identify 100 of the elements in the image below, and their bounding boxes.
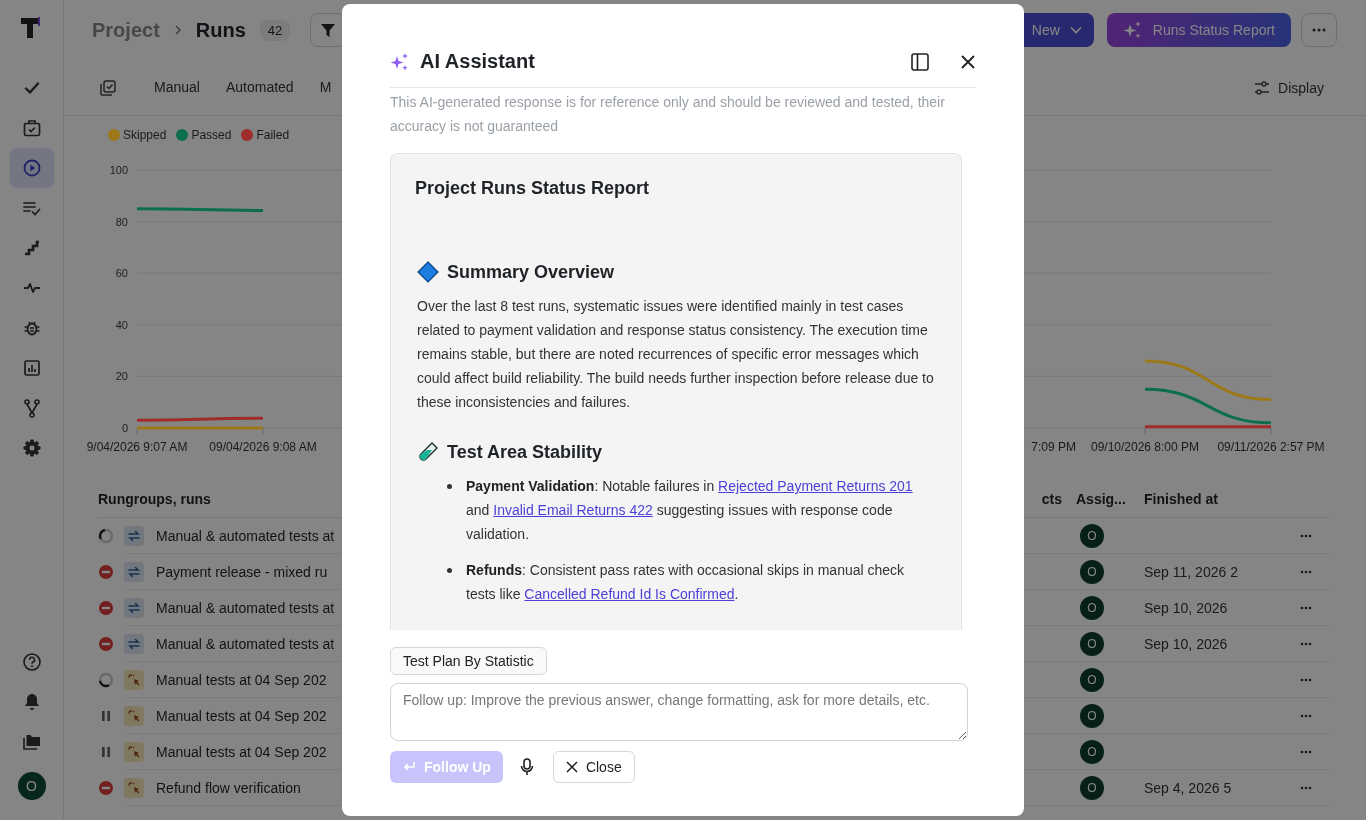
axis-label: 100 [109, 164, 128, 176]
axis-label: 09/10/2026 8:00 PM [1090, 440, 1200, 454]
blocked-icon [98, 599, 114, 616]
chevron-right-icon [173, 25, 182, 35]
axis-label: 9/04/2026 9:07 AM [86, 440, 188, 454]
test-link[interactable]: Rejected Payment Returns 201 [718, 478, 913, 494]
summary-paragraph: Over the last 8 test runs, systematic issues were identified mainly in test cases related to payment validation and response status consistency. The execution time remains stable, but there are noted recurrences of specific error messages which could affect build reliability. The build needs further inspection before release due to these inconsistencies and failures. [417, 297, 935, 412]
column-header: Assig... [1076, 490, 1127, 507]
close-button[interactable] [960, 53, 976, 70]
finished-date: Sep 11, 2026 2 [1144, 563, 1238, 580]
panel-toggle-button[interactable] [910, 51, 930, 72]
briefcase-icon [21, 118, 42, 138]
run-name[interactable]: Payment release - mixed ru [156, 563, 328, 580]
finished-date: Sep 4, 2026 5 [1144, 779, 1232, 796]
run-name[interactable]: Manual & automated tests at [156, 527, 335, 544]
sliders-icon [1254, 79, 1271, 96]
branch-icon [21, 398, 42, 418]
filter-tab[interactable]: M [307, 72, 344, 103]
bar-chart-icon [21, 358, 42, 378]
axis-label: 20 [115, 370, 128, 383]
column-header: Finished at [1144, 490, 1219, 507]
suggestion-chip[interactable]: Test Plan By Statistic [390, 647, 547, 675]
finished-date: Sep 10, 2026 [1144, 599, 1228, 616]
assignee-avatar: O [1080, 739, 1104, 764]
run-name[interactable]: Manual & automated tests at [156, 599, 335, 616]
dialog-title: AI Assistant [420, 50, 535, 73]
run-name[interactable]: Refund flow verification [156, 779, 301, 796]
sparkle-icon [390, 51, 410, 72]
cursor-click-icon [124, 741, 144, 762]
sparkle-icon [1122, 20, 1143, 40]
progress-ring-icon [98, 671, 114, 688]
display-button[interactable]: Display [1248, 78, 1330, 97]
more-icon [1300, 533, 1312, 538]
cursor-click-icon [124, 669, 144, 690]
sync-icon [124, 561, 144, 582]
help-icon [21, 652, 42, 672]
axis-label: 80 [115, 215, 128, 228]
section-heading: Test Area Stability [447, 441, 603, 464]
blocked-icon [98, 563, 114, 580]
diamond-icon [417, 261, 439, 283]
settings-icon [21, 438, 42, 458]
filter-tab[interactable]: Automated [213, 72, 306, 103]
test-link[interactable]: Invalid Email Returns 422 [493, 502, 653, 518]
follow-up-field[interactable]: Follow up: Improve the previous answer, change formatting, ask for more details, etc. [390, 683, 968, 741]
blocked-icon [98, 779, 114, 796]
axis-label: 09/04/2026 9:08 AM [209, 440, 317, 454]
checkbox-stack-icon[interactable] [100, 79, 116, 96]
assignee-avatar: O [1080, 631, 1104, 656]
legend-label: Skipped [123, 128, 167, 142]
microphone-icon [518, 758, 535, 776]
axis-label: 60 [115, 267, 128, 280]
count-badge: 42 [259, 19, 291, 41]
blocked-icon [98, 635, 114, 652]
report-button[interactable]: Runs Status Report [1106, 13, 1291, 47]
sync-icon [124, 597, 144, 618]
finished-date: Sep 10, 2026 [1144, 635, 1228, 652]
axis-label: 7:09 PM [1031, 440, 1076, 454]
assignee-avatar: O [1080, 775, 1104, 800]
assignee-avatar: O [1080, 667, 1104, 692]
close-icon [565, 761, 578, 773]
axis-label: 09/11/2026 2:57 PM [1217, 440, 1325, 454]
more-icon [1312, 28, 1326, 32]
axis-label: 0 [121, 422, 128, 434]
chevron-down-icon [1069, 26, 1082, 34]
run-name[interactable]: Manual & automated tests at [156, 635, 335, 652]
more-icon [1300, 785, 1312, 790]
axis-label: 40 [115, 318, 128, 331]
section-heading: Summary Overview [447, 261, 615, 284]
assignee-avatar: O [1080, 595, 1104, 620]
more-icon [1300, 749, 1312, 754]
run-name[interactable]: Manual tests at 04 Sep 202 [156, 671, 327, 688]
assignee-avatar: O [1080, 523, 1104, 548]
run-name[interactable]: Manual tests at 04 Sep 202 [156, 743, 327, 760]
close-dialog-button[interactable]: Close [552, 751, 635, 783]
cursor-click-icon [124, 777, 144, 798]
bullet-text: Refunds: Consistent pass rates with occasional skips in manual check tests like Cancelled Refund Id Is Confirmed. [466, 561, 906, 604]
legend-label: Passed [191, 128, 232, 142]
column-header: Rungroups, runs [98, 490, 212, 507]
disclaimer-text: This AI-generated response is for reference only and should be reviewed and tested, their accuracy is not guaranteed [390, 93, 946, 136]
more-icon [1300, 569, 1312, 574]
sync-icon [124, 525, 144, 546]
column-header: cts [1040, 490, 1063, 507]
more-icon [1300, 713, 1312, 718]
bullet-icon [447, 484, 452, 489]
filter-tab[interactable]: Manual [142, 72, 212, 103]
run-name[interactable]: Manual tests at 04 Sep 202 [156, 707, 327, 724]
more-icon [1300, 605, 1312, 610]
assignee-avatar: O [1080, 559, 1104, 584]
microphone-button[interactable] [518, 758, 535, 776]
sync-icon [124, 633, 144, 654]
bullet-icon [447, 568, 452, 573]
sidebar-item[interactable] [9, 148, 54, 188]
sidebar-panel-icon [910, 51, 930, 72]
user-avatar[interactable]: O [17, 772, 46, 800]
progress-ring-icon [98, 527, 114, 544]
more-icon [1300, 677, 1312, 682]
more-icon [1300, 641, 1312, 646]
logo-icon [20, 16, 43, 40]
cursor-click-icon [124, 705, 144, 726]
legend-label: Failed [256, 128, 290, 142]
